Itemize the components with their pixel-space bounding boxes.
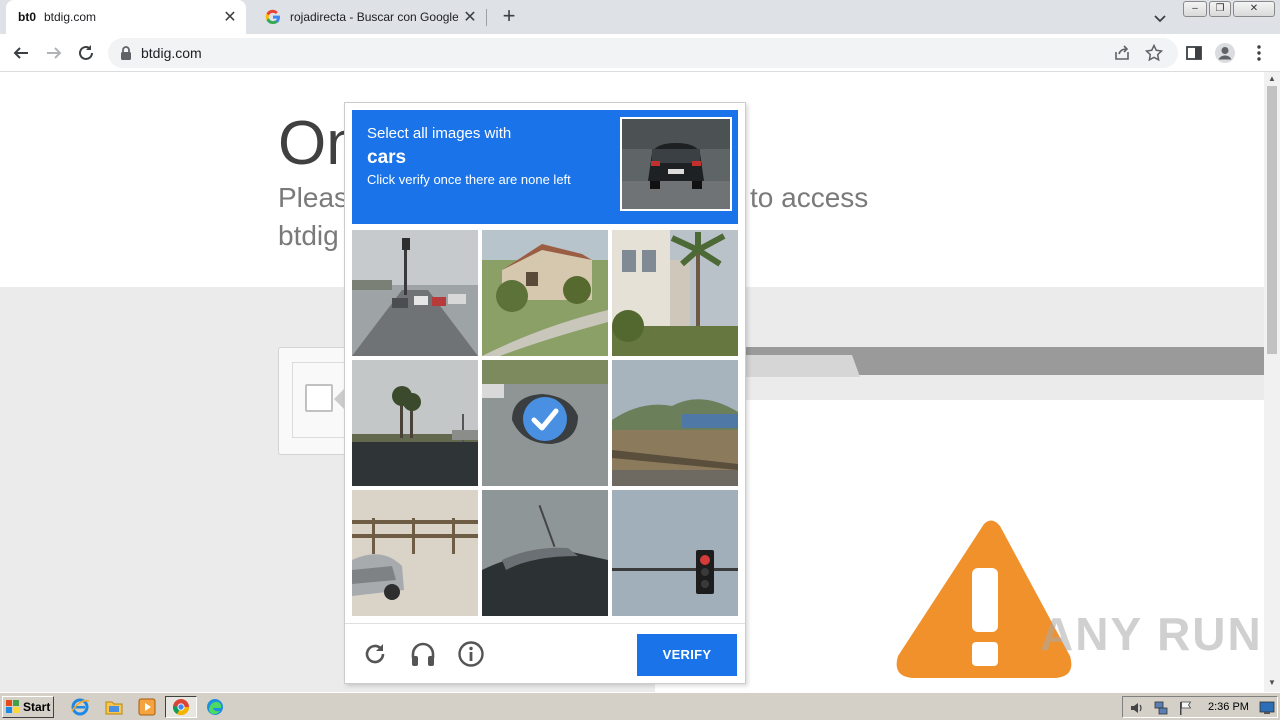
edge-icon[interactable] <box>205 697 225 717</box>
captcha-hint: Click verify once there are none left <box>367 172 571 187</box>
network-icon[interactable] <box>1153 700 1169 716</box>
file-explorer-icon[interactable] <box>104 697 124 717</box>
captcha-target: cars <box>367 147 407 168</box>
windows-flag-icon <box>6 700 19 713</box>
volume-icon[interactable] <box>1129 700 1145 716</box>
chrome-icon <box>172 699 190 716</box>
selected-checkmark-icon <box>523 397 567 441</box>
captcha-challenge: Select all images with cars Click verify… <box>344 102 746 684</box>
media-player-icon[interactable] <box>137 697 157 717</box>
close-window-icon[interactable]: ✕ <box>1233 1 1275 17</box>
verify-button[interactable]: VERIFY <box>637 634 737 676</box>
tab-google-search[interactable]: rojadirecta - Buscar con Google ✕ <box>252 0 486 34</box>
tab-title: rojadirecta - Buscar con Google <box>290 10 458 24</box>
tab-separator <box>486 9 487 26</box>
show-desktop-icon[interactable] <box>1259 700 1275 716</box>
browser-menu-icon[interactable] <box>1248 42 1270 64</box>
browser-toolbar: btdig.com <box>0 34 1280 72</box>
captcha-sample-image <box>620 117 732 211</box>
clock: 2:36 PM <box>1208 701 1249 713</box>
captcha-tile-4[interactable] <box>352 360 478 486</box>
captcha-tile-5[interactable] <box>482 360 608 486</box>
system-tray <box>1122 696 1278 718</box>
share-icon[interactable] <box>1113 44 1131 62</box>
tab-close-icon[interactable]: ✕ <box>218 7 242 27</box>
windows-taskbar: Start 2:36 PM <box>0 692 1280 720</box>
scroll-up-icon[interactable]: ▲ <box>1267 74 1277 83</box>
tab-strip: bt0 btdig.com ✕ rojadirecta - Buscar con… <box>0 0 1280 34</box>
minimize-window-icon[interactable]: – <box>1183 1 1207 17</box>
captcha-tile-1[interactable] <box>352 230 478 356</box>
captcha-tile-9[interactable] <box>612 490 738 616</box>
tab-title: btdig.com <box>44 10 97 24</box>
page-scrollbar[interactable]: ▲ ▼ <box>1264 72 1280 692</box>
tab-btdig[interactable]: bt0 btdig.com ✕ <box>6 0 246 34</box>
scrollbar-thumb[interactable] <box>1267 86 1277 354</box>
new-tab-button[interactable]: + <box>498 5 520 28</box>
address-bar[interactable]: btdig.com <box>108 38 1178 68</box>
info-icon[interactable] <box>457 640 485 668</box>
captcha-header: Select all images with cars Click verify… <box>352 110 738 224</box>
chrome-taskbar-button[interactable] <box>165 696 197 718</box>
action-center-flag-icon[interactable] <box>1177 700 1193 716</box>
anyrun-watermark: ANY RUN <box>1040 608 1263 660</box>
start-button[interactable]: Start <box>2 696 54 718</box>
tab-close-icon[interactable]: ✕ <box>458 7 482 27</box>
internet-explorer-icon[interactable] <box>70 697 90 717</box>
page-subtitle-line2: btdig <box>278 220 339 251</box>
captcha-footer: VERIFY <box>345 623 745 684</box>
captcha-tile-3[interactable] <box>612 230 738 356</box>
scroll-down-icon[interactable]: ▼ <box>1267 678 1277 687</box>
tab-search-chevron-icon[interactable] <box>1150 8 1170 28</box>
captcha-checkbox[interactable] <box>305 384 333 412</box>
bookmark-star-icon[interactable] <box>1145 44 1163 62</box>
url-text[interactable]: btdig.com <box>141 45 202 61</box>
google-g-icon <box>264 9 282 25</box>
btdig-favicon: bt0 <box>18 10 36 24</box>
page-subtitle-end: to access <box>750 182 869 213</box>
profile-avatar-icon[interactable] <box>1214 42 1236 64</box>
captcha-tile-6[interactable] <box>612 360 738 486</box>
side-panel-icon[interactable] <box>1183 42 1205 64</box>
page-subtitle-start: Pleas <box>278 182 349 213</box>
reload-page-icon[interactable] <box>75 42 97 64</box>
forward-icon[interactable] <box>43 42 65 64</box>
captcha-tile-7[interactable] <box>352 490 478 616</box>
captcha-instruction: Select all images with <box>367 125 512 142</box>
back-icon[interactable] <box>10 42 32 64</box>
captcha-tile-8[interactable] <box>482 490 608 616</box>
start-label: Start <box>23 700 51 714</box>
restore-window-icon[interactable]: ❐ <box>1209 1 1231 17</box>
reload-icon[interactable] <box>361 640 389 668</box>
captcha-tile-2[interactable] <box>482 230 608 356</box>
audio-icon[interactable] <box>409 640 437 668</box>
lock-icon <box>121 46 131 60</box>
